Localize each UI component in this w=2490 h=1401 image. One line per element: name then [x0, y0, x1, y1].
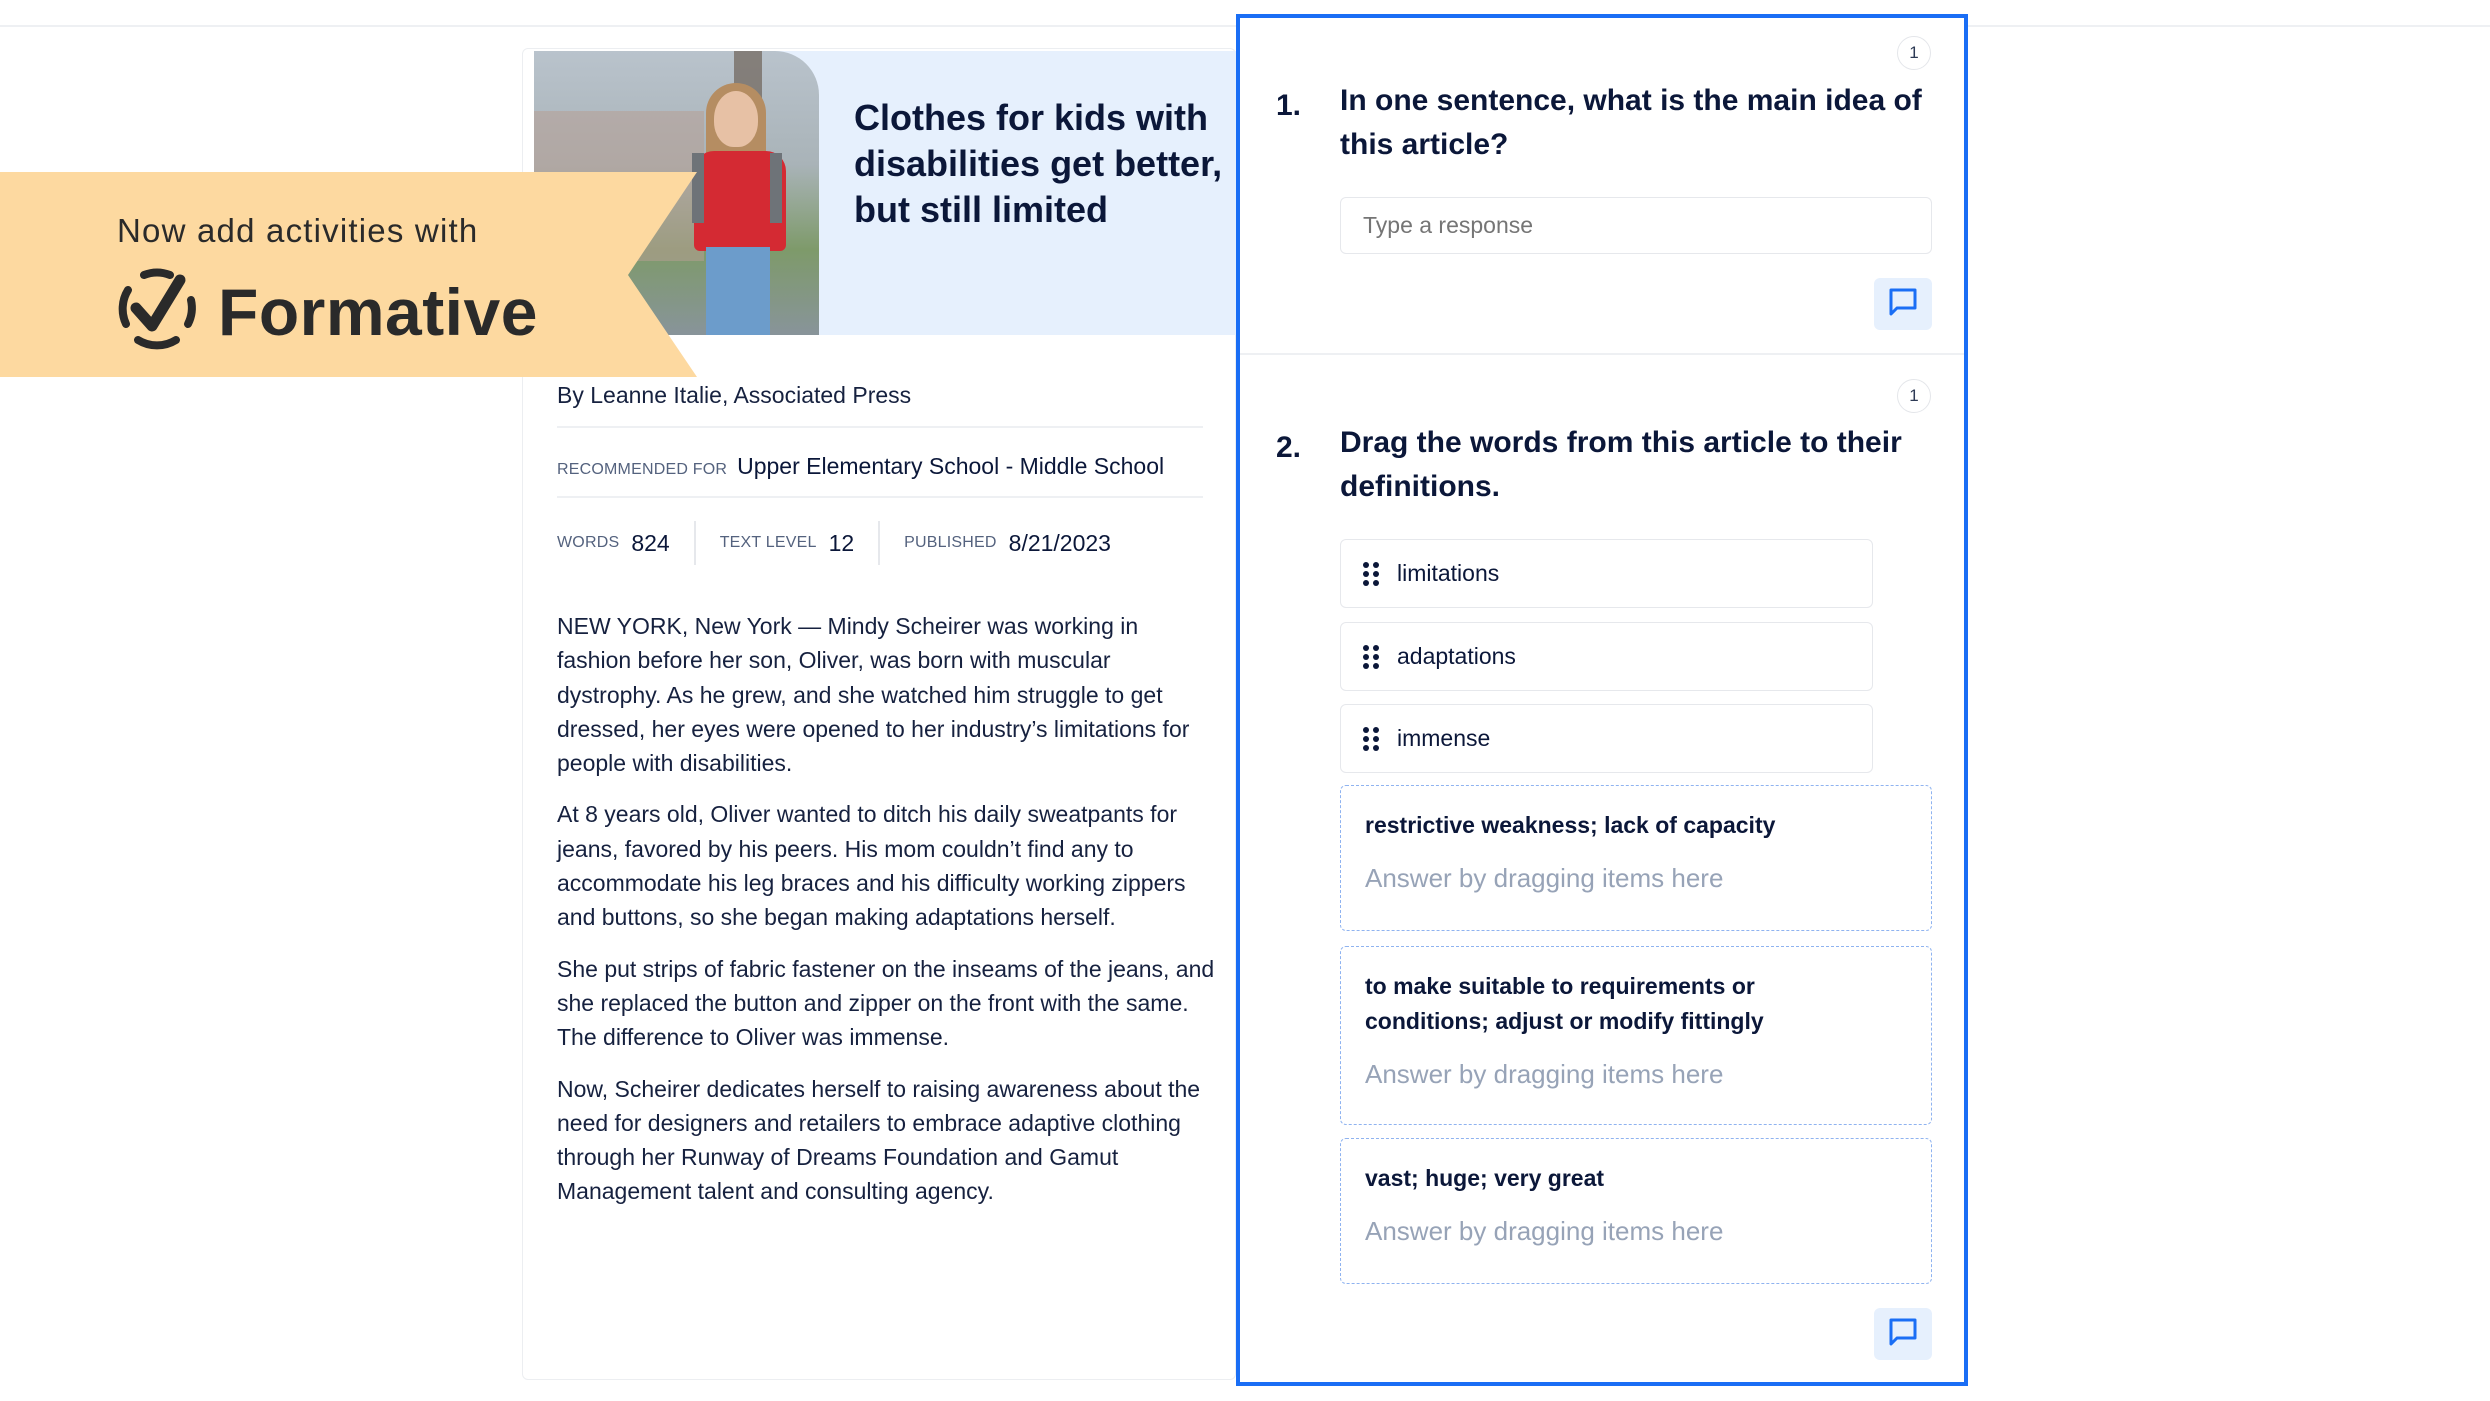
- banner-brand-name: Formative: [218, 274, 538, 349]
- drop-zone[interactable]: vast; huge; very great Answer by draggin…: [1340, 1138, 1932, 1284]
- divider: [557, 426, 1203, 428]
- article-paragraph: She put strips of fabric fastener on the…: [557, 955, 1215, 1051]
- comment-icon: [1888, 1317, 1918, 1352]
- drop-zone[interactable]: restrictive weakness; lack of capacity A…: [1340, 785, 1932, 931]
- drop-zone-definition: to make suitable to requirements or cond…: [1365, 973, 1764, 1034]
- comment-button[interactable]: [1874, 278, 1932, 330]
- drag-item[interactable]: adaptations: [1340, 622, 1873, 691]
- drag-item[interactable]: limitations: [1340, 539, 1873, 608]
- drag-item-label: immense: [1397, 725, 1491, 751]
- meta-label: TEXT LEVEL: [719, 534, 817, 551]
- photo-backpack-strap: [770, 153, 782, 223]
- article-meta: WORDS 824 TEXT LEVEL 12 PUBLISHED 8/21/2…: [557, 521, 1135, 565]
- question-title: In one sentence, what is the main idea o…: [1340, 84, 1922, 161]
- drag-item-label: limitations: [1397, 560, 1500, 586]
- meta-value: 824: [631, 529, 670, 556]
- drop-zone-hint: Answer by dragging items here: [1365, 1059, 1724, 1089]
- question-number: 2.: [1276, 431, 1302, 464]
- questions-panel: 1 1. In one sentence, what is the main i…: [1236, 14, 1968, 1386]
- article-body: NEW YORK, New York — Mindy Scheirer was …: [557, 609, 1217, 1226]
- drag-handle-icon[interactable]: [1363, 726, 1379, 751]
- drop-zone[interactable]: to make suitable to requirements or cond…: [1340, 946, 1932, 1125]
- drop-zone-hint: Answer by dragging items here: [1365, 1216, 1724, 1246]
- formative-logo: Formative: [114, 266, 538, 357]
- formative-promo-banner: Now add activities with Formative: [0, 172, 697, 377]
- drop-zone-definition: vast; huge; very great: [1365, 1165, 1605, 1191]
- photo-person-jeans: [706, 247, 770, 335]
- article-byline: By Leanne Italie, Associated Press: [557, 382, 912, 408]
- article-paragraph: NEW YORK, New York — Mindy Scheirer was …: [557, 613, 1190, 777]
- article-paragraph: At 8 years old, Oliver wanted to ditch h…: [557, 801, 1186, 931]
- comment-button[interactable]: [1874, 1308, 1932, 1360]
- meta-text-level: TEXT LEVEL 12: [693, 521, 878, 565]
- meta-published: PUBLISHED 8/21/2023: [878, 521, 1135, 565]
- recommended-for: RECOMMENDED FOR Upper Elementary School …: [557, 453, 1164, 480]
- divider: [557, 496, 1203, 498]
- check-circle-icon: [114, 266, 200, 357]
- drag-item[interactable]: immense: [1340, 704, 1873, 773]
- drop-zone-definition: restrictive weakness; lack of capacity: [1365, 812, 1776, 838]
- meta-label: PUBLISHED: [904, 534, 997, 551]
- drag-handle-icon[interactable]: [1363, 561, 1379, 586]
- drag-handle-icon[interactable]: [1363, 644, 1379, 669]
- question-2: 1 2. Drag the words from this article to…: [1240, 355, 1964, 1385]
- question-1: 1 1. In one sentence, what is the main i…: [1240, 18, 1964, 354]
- banner-subtitle: Now add activities with: [117, 212, 479, 249]
- points-badge: 1: [1897, 36, 1931, 70]
- photo-person-head: [714, 91, 758, 147]
- question-number: 1.: [1276, 89, 1302, 122]
- meta-value: 12: [828, 529, 855, 556]
- comment-icon: [1888, 287, 1918, 322]
- points-badge: 1: [1897, 379, 1931, 413]
- meta-value: 8/21/2023: [1008, 529, 1111, 556]
- question-title: Drag the words from this article to thei…: [1340, 426, 1902, 503]
- article-title: Clothes for kids with disabilities get b…: [854, 97, 1223, 230]
- article-paragraph: Now, Scheirer dedicates herself to raisi…: [557, 1075, 1201, 1205]
- recommended-value: Upper Elementary School - Middle School: [737, 453, 1165, 479]
- recommended-label: RECOMMENDED FOR: [557, 461, 728, 478]
- drop-zone-hint: Answer by dragging items here: [1365, 863, 1724, 893]
- meta-words: WORDS 824: [557, 521, 694, 565]
- response-input[interactable]: [1340, 197, 1932, 254]
- drag-item-label: adaptations: [1397, 643, 1516, 669]
- meta-label: WORDS: [557, 534, 620, 551]
